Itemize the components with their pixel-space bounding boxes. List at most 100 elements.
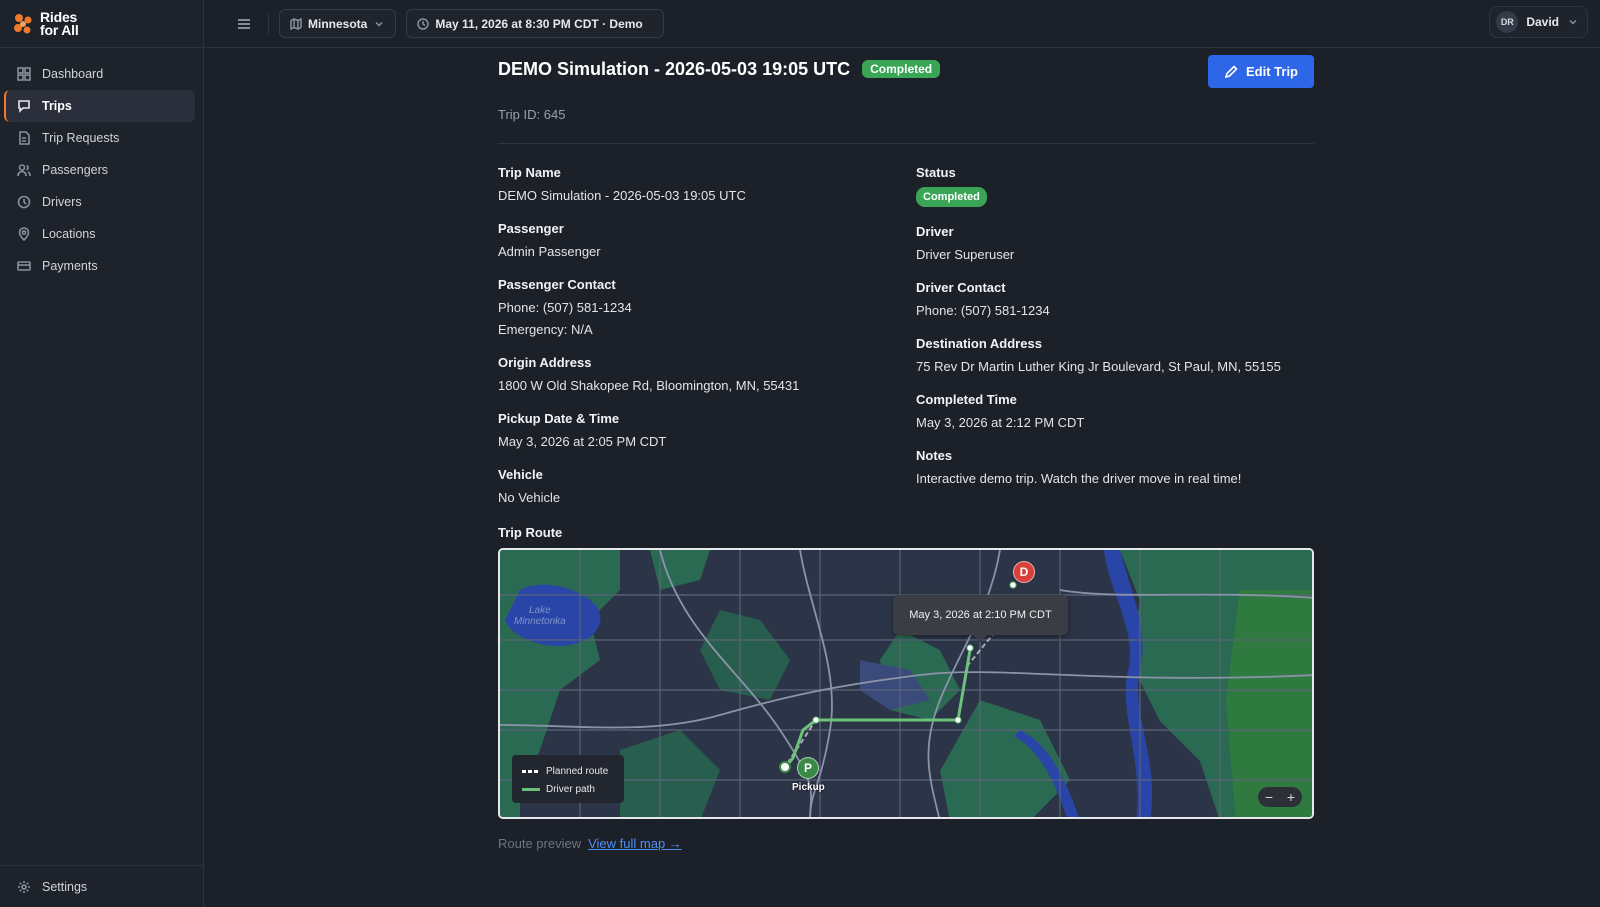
pin-icon	[16, 226, 32, 242]
driver-path-swatch	[522, 787, 540, 791]
field-label: Trip Name	[498, 165, 561, 180]
user-name: David	[1526, 15, 1559, 29]
clock-icon	[16, 194, 32, 210]
planned-route-swatch	[522, 769, 540, 773]
field-value: Emergency: N/A	[498, 322, 593, 337]
field-label: Pickup Date & Time	[498, 411, 620, 426]
avatar: DR	[1496, 11, 1519, 33]
map-legend: Planned route Driver path	[512, 755, 624, 803]
field-label: Status	[916, 165, 956, 180]
users-icon	[16, 162, 32, 178]
field-value: Completed	[916, 187, 1314, 207]
topbar-divider	[268, 12, 269, 35]
sidebar-item-label: Drivers	[42, 195, 82, 209]
field-value: 75 Rev Dr Martin Luther King Jr Boulevar…	[916, 359, 1281, 374]
trip-fields: Trip Name DEMO Simulation - 2026-05-03 1…	[498, 165, 1314, 523]
grid-icon	[16, 66, 32, 82]
field-label: Driver Contact	[916, 280, 1006, 295]
field-value: May 3, 2026 at 2:12 PM CDT	[916, 415, 1085, 430]
lake-label: Lake Minnetonka	[514, 605, 566, 627]
sidebar-item-label: Trips	[42, 99, 72, 113]
zoom-in-button[interactable]: +	[1281, 788, 1301, 806]
legend-label: Driver path	[546, 783, 595, 795]
view-full-map-link[interactable]: View full map →	[588, 836, 682, 851]
status-badge: Completed	[862, 60, 941, 78]
sidebar-item-label: Locations	[42, 227, 96, 241]
trip-fields-left: Trip Name DEMO Simulation - 2026-05-03 1…	[498, 165, 916, 523]
field-value: No Vehicle	[498, 490, 561, 505]
trip-route-map[interactable]: Lake Minnetonka May 3, 2026 at 2:10 PM C…	[498, 548, 1314, 819]
field-vehicle: Vehicle No Vehicle	[498, 467, 916, 506]
sidebar-item-drivers[interactable]: Drivers	[4, 186, 195, 218]
region-label: Minnesota	[308, 16, 368, 31]
brand[interactable]: Rides for All	[0, 0, 203, 48]
field-driver: Driver Driver Superuser	[916, 224, 1314, 263]
destination-marker[interactable]: D	[1013, 561, 1035, 583]
field-value: Driver Superuser	[916, 247, 1015, 262]
field-origin-address: Origin Address 1800 W Old Shakopee Rd, B…	[498, 355, 916, 394]
brand-logo-icon	[14, 13, 32, 33]
field-completed-time: Completed Time May 3, 2026 at 2:12 PM CD…	[916, 392, 1314, 431]
pickup-label: Pickup	[792, 782, 825, 793]
sidebar-item-passengers[interactable]: Passengers	[4, 154, 195, 186]
sidebar-item-label: Trip Requests	[42, 131, 120, 145]
region-select[interactable]: Minnesota	[279, 9, 397, 38]
gear-icon	[16, 879, 32, 895]
field-label: Vehicle	[498, 467, 543, 482]
legend-item-planned: Planned route	[522, 762, 614, 780]
hamburger-icon	[238, 18, 250, 29]
topbar: Minnesota May 11, 2026 at 8:30 PM CDT · …	[204, 0, 1600, 48]
sidebar: Rides for All Dashboard Trips Trip Reque…	[0, 0, 204, 907]
zoom-out-button[interactable]: −	[1259, 788, 1279, 806]
pickup-marker[interactable]: P	[797, 757, 819, 779]
pencil-icon	[1224, 64, 1238, 78]
zoom-controls: − +	[1258, 787, 1302, 807]
sidebar-item-trip-requests[interactable]: Trip Requests	[4, 122, 195, 154]
chevron-down-icon	[375, 21, 383, 27]
trip-fields-right: Status Completed Driver Driver Superuser…	[916, 165, 1314, 523]
field-passenger-contact: Passenger Contact Phone: (507) 581-1234 …	[498, 277, 916, 338]
sidebar-item-payments[interactable]: Payments	[4, 250, 195, 282]
field-trip-name: Trip Name DEMO Simulation - 2026-05-03 1…	[498, 165, 916, 204]
card-icon	[16, 258, 32, 274]
field-label: Driver	[916, 224, 954, 239]
brand-name: Rides for All	[40, 8, 79, 38]
edit-trip-button[interactable]: Edit Trip	[1208, 55, 1314, 88]
field-value: Admin Passenger	[498, 244, 601, 259]
legend-item-driver: Driver path	[522, 780, 614, 798]
sidebar-item-label: Dashboard	[42, 67, 104, 81]
status-badge: Completed	[916, 187, 987, 207]
trip-id: Trip ID: 645	[498, 107, 566, 122]
divider	[498, 143, 1314, 144]
menu-toggle-button[interactable]	[226, 10, 262, 38]
sidebar-item-trips[interactable]: Trips	[4, 90, 195, 122]
sidebar-item-label: Payments	[42, 259, 98, 273]
field-label: Origin Address	[498, 355, 592, 370]
field-label: Passenger	[498, 221, 564, 236]
trip-route-label: Trip Route	[498, 525, 563, 540]
field-label: Destination Address	[916, 336, 1042, 351]
map-icon	[290, 17, 302, 30]
datetime-label: May 11, 2026 at 8:30 PM CDT · Demo	[435, 16, 643, 31]
page-title: DEMO Simulation - 2026-05-03 19:05 UTC	[498, 58, 851, 79]
field-pickup-datetime: Pickup Date & Time May 3, 2026 at 2:05 P…	[498, 411, 916, 450]
sidebar-item-locations[interactable]: Locations	[4, 218, 195, 250]
clock-icon	[417, 17, 430, 30]
chevron-down-icon	[1569, 19, 1577, 25]
datetime-selector[interactable]: May 11, 2026 at 8:30 PM CDT · Demo	[406, 9, 664, 38]
field-destination-address: Destination Address 75 Rev Dr Martin Lut…	[916, 336, 1314, 375]
sidebar-item-settings[interactable]: Settings	[0, 865, 203, 907]
field-value: Interactive demo trip. Watch the driver …	[916, 471, 1242, 486]
trip-header: DEMO Simulation - 2026-05-03 19:05 UTC C…	[498, 48, 1314, 90]
user-menu[interactable]: DR David	[1489, 6, 1588, 38]
field-passenger: Passenger Admin Passenger	[498, 221, 916, 260]
sidebar-item-dashboard[interactable]: Dashboard	[4, 58, 195, 90]
route-preview: Route preview View full map →	[498, 836, 1314, 851]
field-value: 1800 W Old Shakopee Rd, Bloomington, MN,…	[498, 378, 800, 393]
field-label: Notes	[916, 448, 953, 463]
sidebar-nav: Dashboard Trips Trip Requests Passengers…	[0, 48, 203, 282]
field-notes: Notes Interactive demo trip. Watch the d…	[916, 448, 1314, 487]
field-value: May 3, 2026 at 2:05 PM CDT	[498, 434, 667, 449]
route-preview-label: Route preview	[498, 836, 582, 851]
field-value: Phone: (507) 581-1234	[498, 300, 632, 315]
